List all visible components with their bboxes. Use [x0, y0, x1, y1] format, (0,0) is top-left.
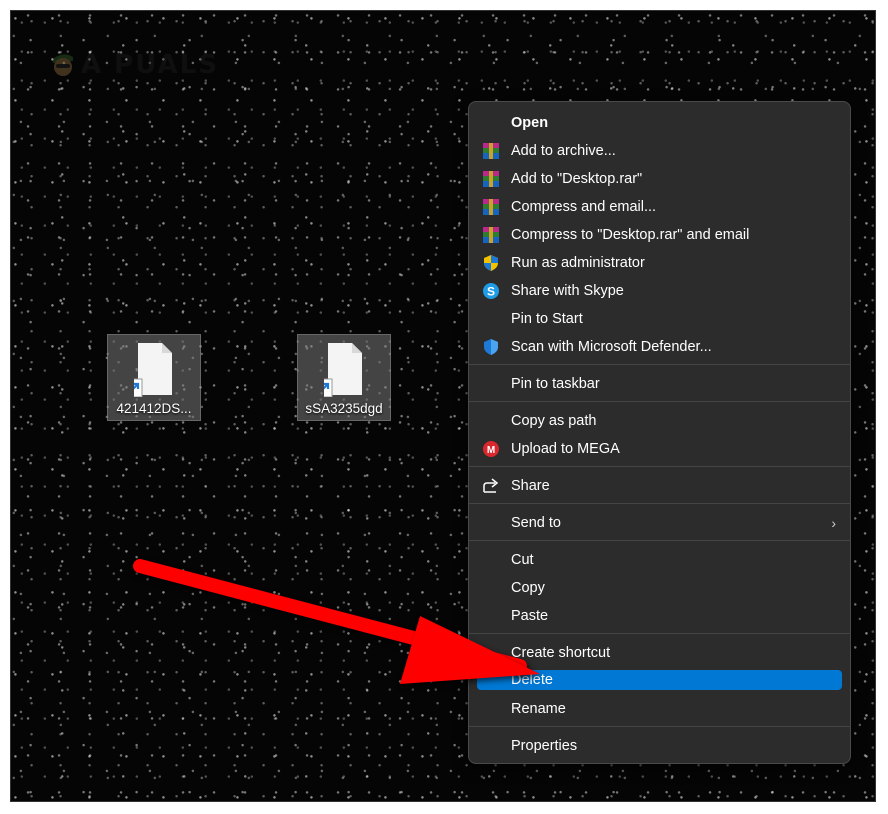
annotation-arrow [133, 559, 540, 684]
annotation-arrow-head [400, 616, 540, 684]
